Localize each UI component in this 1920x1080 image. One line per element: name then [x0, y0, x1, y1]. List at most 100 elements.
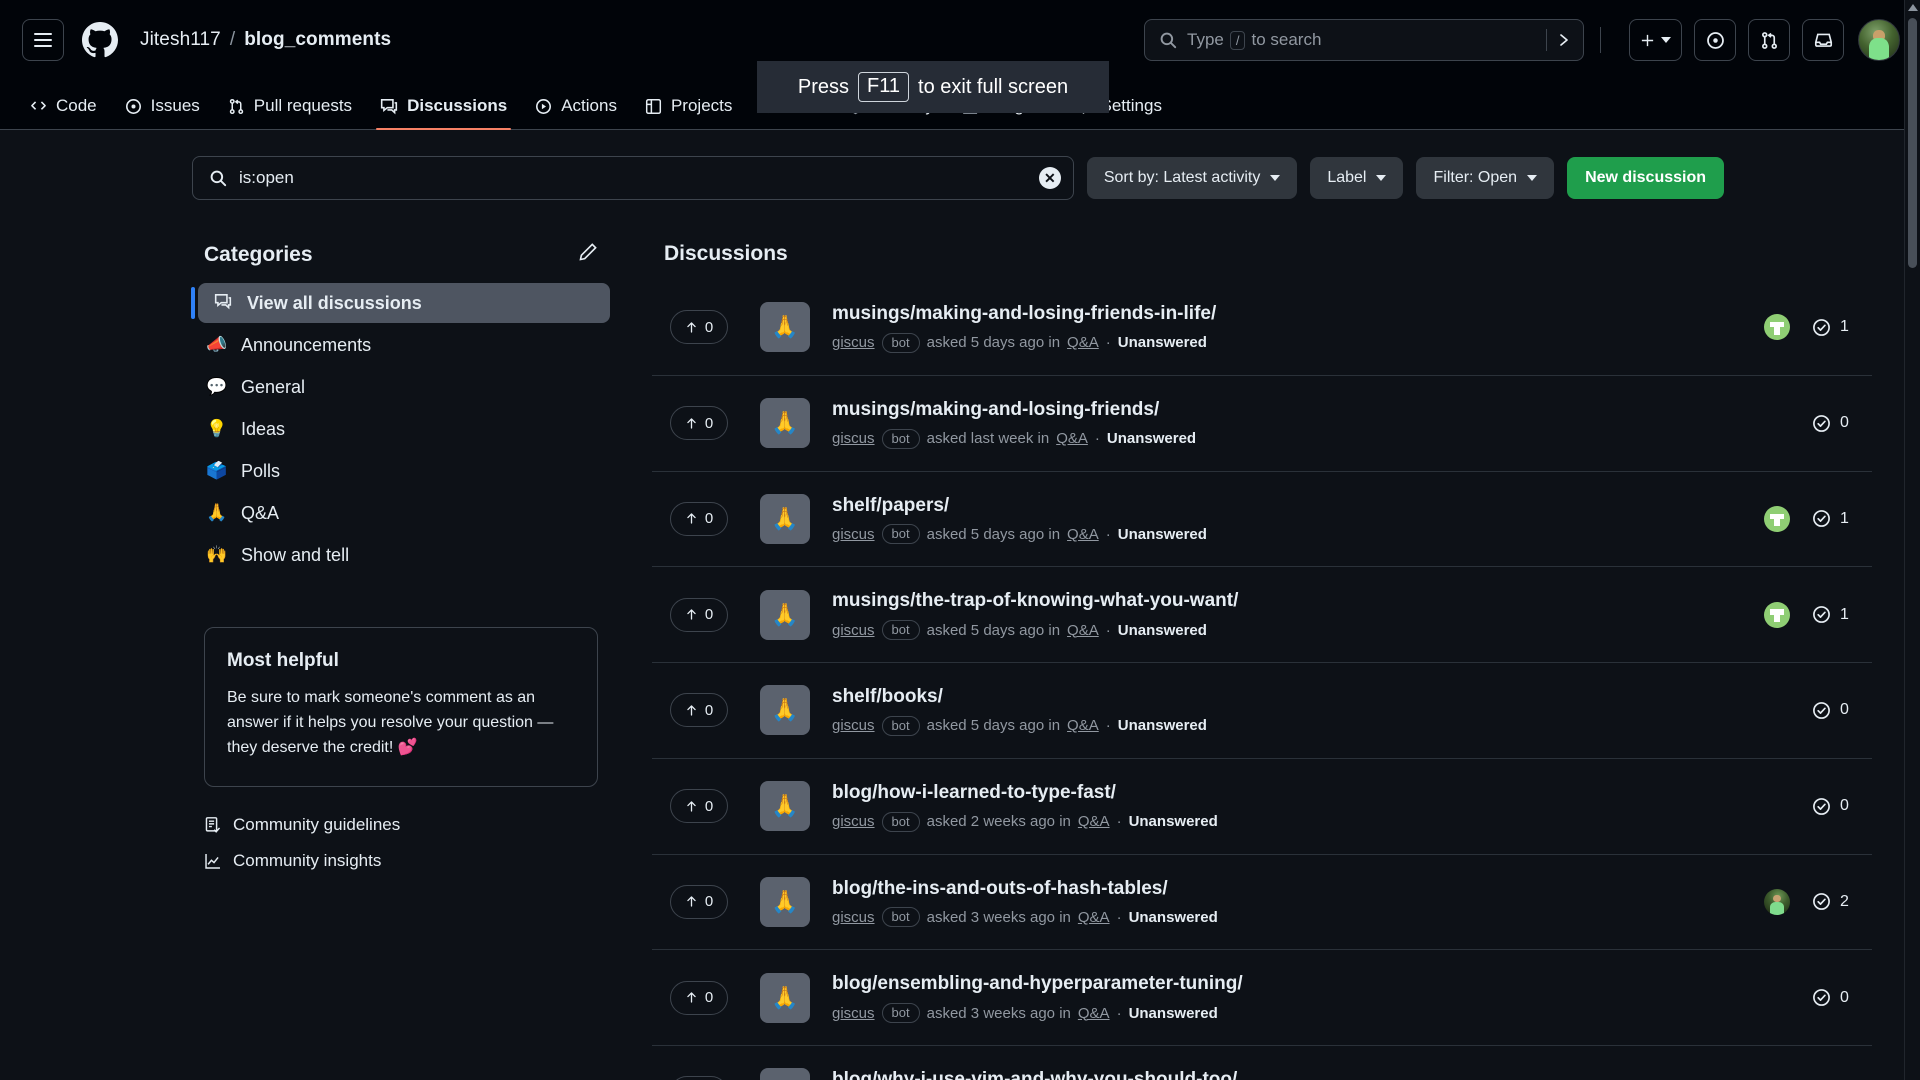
discussion-author[interactable]: giscus	[832, 430, 875, 447]
answer-status[interactable]: 1	[1812, 509, 1864, 528]
discussion-title[interactable]: musings/the-trap-of-knowing-what-you-wan…	[832, 589, 1744, 613]
scrollbar-thumb[interactable]	[1908, 18, 1917, 268]
discussion-row[interactable]: 0 🙏 blog/the-ins-and-outs-of-hash-tables/g…	[652, 855, 1872, 951]
category-emoji-tile: 🙏	[760, 972, 810, 1023]
comment-count: 0	[1840, 701, 1849, 719]
sidebar-item-show-and-tell[interactable]: 🙌 Show and tell	[192, 535, 610, 575]
upvote-button[interactable]: 0	[670, 406, 728, 441]
create-new-button[interactable]	[1629, 19, 1682, 61]
participant-avatar[interactable]	[1764, 888, 1790, 915]
tab-discussions[interactable]: Discussions	[368, 96, 519, 130]
tab-pull-requests[interactable]: Pull requests	[216, 96, 364, 129]
discussion-author[interactable]: giscus	[832, 526, 875, 543]
community-guidelines-link[interactable]: Community guidelines	[204, 815, 598, 835]
sidebar-item-qa[interactable]: 🙏 Q&A	[192, 493, 610, 533]
discussion-author[interactable]: giscus	[832, 334, 875, 351]
sort-by-dropdown[interactable]: Sort by: Latest activity	[1086, 157, 1298, 199]
sidebar-item-announcements[interactable]: 📣 Announcements	[192, 325, 610, 365]
answer-status[interactable]: 0	[1812, 414, 1864, 433]
upvote-button[interactable]: 0	[670, 501, 728, 536]
discussion-category-link[interactable]: Q&A	[1067, 717, 1099, 734]
discussion-row[interactable]: 0 🙏 musings/making-and-losing-friends/gisc…	[652, 376, 1872, 472]
discussion-row[interactable]: 0 🙏 blog/why-i-use-vim-and-why-you-should-…	[652, 1046, 1872, 1080]
issues-button[interactable]	[1694, 19, 1736, 61]
tab-projects[interactable]: Projects	[633, 96, 744, 129]
sidebar-item-view-all-discussions[interactable]: View all discussions	[191, 283, 610, 323]
discussion-row[interactable]: 0 🙏 shelf/books/giscus bot asked 5 days ago …	[652, 663, 1872, 759]
search-slash-key: /	[1229, 30, 1246, 50]
discussion-category-link[interactable]: Q&A	[1067, 526, 1099, 543]
github-logo-icon[interactable]	[82, 22, 118, 58]
answer-status[interactable]: 1	[1812, 318, 1864, 337]
upvote-button[interactable]: 0	[670, 789, 728, 824]
participant-avatar[interactable]	[1764, 314, 1790, 341]
discussion-title[interactable]: blog/why-i-use-vim-and-why-you-should-to…	[832, 1068, 1744, 1080]
discussion-category-link[interactable]: Q&A	[1078, 909, 1110, 926]
tab-code[interactable]: Code	[18, 96, 109, 129]
command-palette-icon[interactable]	[1557, 32, 1573, 48]
pull-requests-button[interactable]	[1748, 19, 1790, 61]
page-scrollbar[interactable]	[1904, 0, 1920, 1080]
upvote-button[interactable]: 0	[670, 980, 728, 1015]
discussion-row[interactable]: 0 🙏 musings/the-trap-of-knowing-what-you-w…	[652, 567, 1872, 663]
sidebar-item-ideas[interactable]: 💡 Ideas	[192, 409, 610, 449]
folded-hands-icon: 🙏	[771, 793, 799, 819]
discussion-author[interactable]: giscus	[832, 909, 875, 926]
upvote-button[interactable]: 0	[670, 310, 728, 345]
discussion-title[interactable]: blog/the-ins-and-outs-of-hash-tables/	[832, 877, 1744, 901]
hamburger-menu-icon[interactable]	[22, 19, 64, 61]
scroll-up-arrow-icon[interactable]	[1905, 0, 1920, 16]
discussion-title[interactable]: blog/ensembling-and-hyperparameter-tunin…	[832, 972, 1744, 996]
breadcrumb-owner[interactable]: Jitesh117	[140, 29, 221, 51]
check-circle-icon	[1813, 414, 1830, 432]
upvote-button[interactable]: 0	[670, 597, 728, 632]
arrow-up-icon	[687, 705, 696, 716]
answer-status[interactable]: 0	[1812, 988, 1864, 1007]
user-avatar[interactable]	[1858, 19, 1900, 61]
community-insights-link[interactable]: Community insights	[204, 851, 598, 871]
edit-categories-pencil-icon[interactable]	[578, 242, 598, 267]
global-search-input[interactable]: Type / to search	[1144, 19, 1584, 61]
answer-status[interactable]: 2	[1812, 892, 1864, 911]
discussions-search-input[interactable]: is:open ✕	[192, 156, 1074, 200]
discussion-category-link[interactable]: Q&A	[1078, 1005, 1110, 1022]
answer-status[interactable]: 0	[1812, 797, 1864, 816]
label-dropdown[interactable]: Label	[1310, 157, 1404, 199]
participant-avatar[interactable]	[1764, 505, 1790, 532]
discussion-category-link[interactable]: Q&A	[1067, 622, 1099, 639]
discussion-row[interactable]: 0 🙏 shelf/papers/giscus bot asked 5 days ago…	[652, 472, 1872, 568]
discussion-author[interactable]: giscus	[832, 622, 875, 639]
sidebar-item-label: Ideas	[241, 418, 286, 439]
chevron-down-icon	[1376, 175, 1387, 181]
discussion-row[interactable]: 0 🙏 blog/how-i-learned-to-type-fast/giscus…	[652, 759, 1872, 855]
sidebar-item-general[interactable]: 💬 General	[192, 367, 610, 407]
answer-status[interactable]: 1	[1812, 605, 1864, 624]
discussion-author[interactable]: giscus	[832, 1005, 875, 1022]
discussion-title[interactable]: musings/making-and-losing-friends/	[832, 398, 1744, 422]
upvote-button[interactable]: 0	[670, 1076, 728, 1080]
participant-avatar[interactable]	[1764, 601, 1790, 628]
discussion-title[interactable]: musings/making-and-losing-friends-in-lif…	[832, 302, 1744, 326]
filter-dropdown[interactable]: Filter: Open	[1416, 157, 1555, 199]
discussion-title[interactable]: shelf/books/	[832, 685, 1744, 709]
notifications-inbox-button[interactable]	[1802, 19, 1844, 61]
discussion-row[interactable]: 0 🙏 blog/ensembling-and-hyperparameter-tun…	[652, 950, 1872, 1046]
discussion-category-link[interactable]: Q&A	[1078, 813, 1110, 830]
new-discussion-button[interactable]: New discussion	[1567, 157, 1724, 199]
discussion-title[interactable]: shelf/papers/	[832, 494, 1744, 518]
sidebar-item-polls[interactable]: 🗳️ Polls	[192, 451, 610, 491]
breadcrumb-repo[interactable]: blog_comments	[244, 29, 391, 51]
discussion-row[interactable]: 0 🙏 musings/making-and-losing-friends-in-l…	[652, 280, 1872, 376]
tab-issues[interactable]: Issues	[113, 96, 212, 129]
discussion-title[interactable]: blog/how-i-learned-to-type-fast/	[832, 781, 1744, 805]
discussion-author[interactable]: giscus	[832, 813, 875, 830]
upvote-button[interactable]: 0	[670, 693, 728, 728]
discussion-state-badge: Unanswered	[1117, 621, 1207, 639]
upvote-button[interactable]: 0	[670, 884, 728, 919]
clear-search-icon[interactable]: ✕	[1038, 167, 1061, 189]
discussion-category-link[interactable]: Q&A	[1056, 430, 1088, 447]
tab-actions[interactable]: Actions	[523, 96, 629, 129]
discussion-category-link[interactable]: Q&A	[1067, 334, 1099, 351]
answer-status[interactable]: 0	[1812, 701, 1864, 720]
discussion-author[interactable]: giscus	[832, 717, 875, 734]
